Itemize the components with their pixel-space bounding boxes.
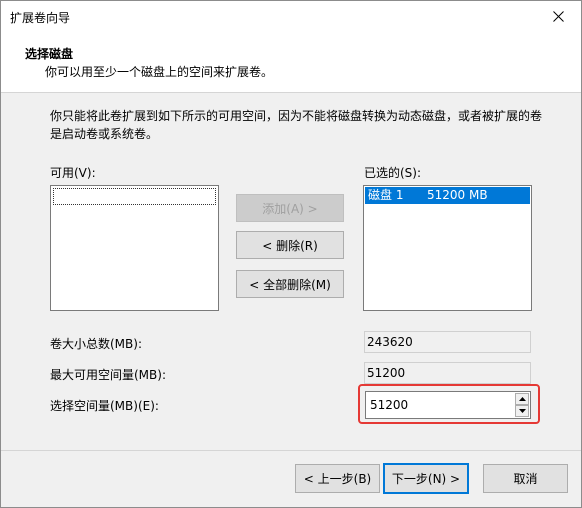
extend-volume-wizard-window: 扩展卷向导 选择磁盘 你可以用至少一个磁盘上的空间来扩展卷。 你只能将此卷扩展到… (0, 0, 582, 508)
max-space-value: 51200 (364, 362, 531, 384)
selected-disks-list[interactable]: 磁盘 1 51200 MB (363, 185, 532, 311)
page-title: 选择磁盘 (25, 47, 74, 61)
total-size-label: 卷大小总数(MB): (50, 337, 142, 351)
close-button[interactable] (535, 1, 581, 32)
select-space-label: 选择空间量(MB)(E): (50, 399, 159, 413)
add-button[interactable]: 添加(A) > (236, 194, 344, 222)
available-label: 可用(V): (50, 166, 96, 180)
remove-button[interactable]: < 删除(R) (236, 231, 344, 259)
total-size-value: 243620 (364, 331, 531, 353)
disk-size: 51200 MB (427, 188, 488, 202)
list-focus-rect (53, 188, 216, 205)
page-subtitle: 你可以用至少一个磁盘上的空间来扩展卷。 (45, 65, 274, 79)
selected-label: 已选的(S): (364, 166, 422, 180)
available-disks-list[interactable] (50, 185, 219, 311)
list-item[interactable]: 磁盘 1 51200 MB (365, 187, 530, 204)
back-button[interactable]: < 上一步(B) (295, 464, 380, 493)
max-space-label: 最大可用空间量(MB): (50, 368, 166, 382)
cancel-button[interactable]: 取消 (483, 464, 568, 493)
next-button[interactable]: 下一步(N) > (383, 463, 469, 494)
highlight-annotation-box (358, 384, 540, 424)
title-bar: 扩展卷向导 (1, 1, 581, 32)
window-title: 扩展卷向导 (10, 11, 71, 25)
close-icon (552, 11, 564, 22)
disk-name: 磁盘 1 (368, 188, 404, 202)
footer-divider (1, 450, 581, 451)
remove-all-button[interactable]: < 全部删除(M) (236, 270, 344, 298)
description-text: 你只能将此卷扩展到如下所示的可用空间，因为不能将磁盘转换为动态磁盘，或者被扩展的… (50, 109, 543, 141)
wizard-header: 选择磁盘 你可以用至少一个磁盘上的空间来扩展卷。 (1, 32, 581, 93)
